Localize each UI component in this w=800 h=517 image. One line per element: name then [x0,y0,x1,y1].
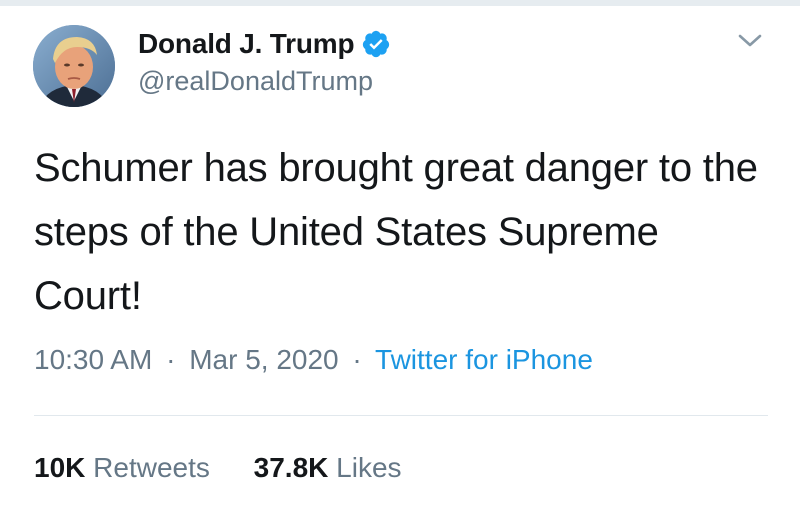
tweet-date[interactable]: Mar 5, 2020 [189,344,338,375]
meta-separator: · [352,344,362,375]
avatar[interactable] [33,25,115,107]
retweets-label: Retweets [93,452,210,483]
divider [34,415,768,416]
tweet-meta: 10:30 AM · Mar 5, 2020 · Twitter for iPh… [34,344,593,376]
retweets-count: 10K [34,452,86,483]
user-handle[interactable]: @realDonaldTrump [138,66,391,97]
author-block: Donald J. Trump @realDonaldTrump [138,26,391,97]
meta-separator: · [166,344,176,375]
verified-badge-icon [361,29,391,59]
name-row: Donald J. Trump [138,26,391,62]
tweet-source-link[interactable]: Twitter for iPhone [375,344,593,375]
likes-stat[interactable]: 37.8K Likes [254,452,402,483]
tweet-card: Donald J. Trump @realDonaldTrump Schumer… [0,0,800,517]
avatar-image [33,25,115,107]
tweet-time[interactable]: 10:30 AM [34,344,152,375]
tweet-stats: 10K Retweets 37.8K Likes [34,452,402,484]
tweet-text: Schumer has brought great danger to the … [34,146,758,318]
retweets-stat[interactable]: 10K Retweets [34,452,218,483]
likes-count: 37.8K [253,452,329,483]
chevron-down-icon[interactable] [736,30,764,52]
likes-label: Likes [336,452,402,483]
display-name[interactable]: Donald J. Trump [138,28,355,60]
